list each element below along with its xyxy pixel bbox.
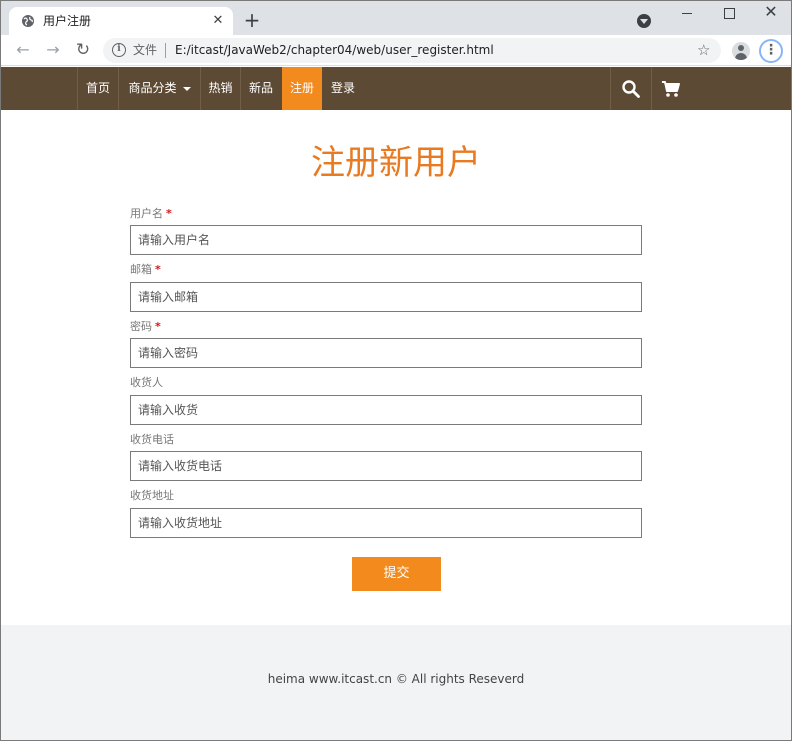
receiver-phone-label: 收货电话 (130, 433, 174, 446)
nav-divider (651, 67, 652, 110)
back-arrow-icon[interactable]: ← (13, 40, 33, 60)
reload-icon[interactable]: ↻ (73, 40, 93, 60)
footer-copyright: heima www.itcast.cn © All rights Resever… (267, 672, 525, 686)
address-scheme-label: 文件 (133, 43, 158, 57)
close-tab-icon[interactable]: ✕ (209, 12, 227, 30)
email-input[interactable] (130, 282, 642, 312)
profile-avatar-icon[interactable] (732, 42, 750, 60)
tab-title: 用户注册 (43, 14, 92, 28)
receiver-label: 收货人 (130, 376, 163, 389)
required-mark: * (155, 263, 161, 276)
receiver-address-input[interactable] (130, 508, 642, 538)
globe-icon (22, 15, 34, 27)
cart-icon[interactable] (661, 79, 681, 99)
browser-window: 用户注册 ✕ + ✕ ← → ↻ i 文件 E:/itcast/JavaWeb2… (0, 0, 792, 741)
bookmark-star-icon[interactable]: ☆ (697, 41, 710, 59)
nav-item-register[interactable]: 注册 (282, 67, 322, 110)
nav-item-login[interactable]: 登录 (323, 67, 363, 110)
minimize-button[interactable] (677, 3, 697, 23)
required-mark: * (155, 320, 161, 333)
caret-down-icon (182, 86, 191, 91)
maximize-button[interactable] (719, 3, 739, 23)
browser-toolbar: ← → ↻ i 文件 E:/itcast/JavaWeb2/chapter04/… (1, 35, 791, 66)
tab-user-register[interactable]: 用户注册 ✕ (9, 7, 233, 35)
nav-item-new[interactable]: 新品 (241, 67, 281, 110)
password-input[interactable] (130, 338, 642, 368)
username-label: 用户名 * (130, 207, 172, 220)
address-url[interactable]: E:/itcast/JavaWeb2/chapter04/web/user_re… (175, 43, 494, 58)
nav-item-categories-label: 商品分类 (128, 81, 177, 95)
info-icon[interactable]: i (112, 43, 126, 57)
receiver-phone-input[interactable] (130, 451, 642, 481)
forward-arrow-icon[interactable]: → (43, 40, 63, 60)
password-label: 密码 * (130, 320, 161, 333)
page-footer: heima www.itcast.cn © All rights Resever… (1, 625, 791, 740)
address-separator (165, 43, 166, 58)
required-mark: * (166, 207, 172, 220)
site-nav-bar: 首页 商品分类 热销 新品 注册 登录 (1, 67, 791, 110)
submit-button[interactable]: 提交 (352, 557, 441, 591)
search-icon[interactable] (621, 79, 641, 99)
nav-divider (610, 67, 611, 110)
email-label: 邮箱 * (130, 263, 161, 276)
window-close-button[interactable]: ✕ (761, 1, 781, 23)
tab-strip: 用户注册 ✕ + ✕ (1, 1, 791, 35)
address-bar[interactable]: i 文件 E:/itcast/JavaWeb2/chapter04/web/us… (103, 38, 721, 63)
browser-menu-icon[interactable]: ⋮ (759, 39, 783, 63)
new-tab-button[interactable]: + (241, 10, 263, 32)
page-title: 注册新用户 (311, 143, 481, 183)
receiver-input[interactable] (130, 395, 642, 425)
nav-item-categories[interactable]: 商品分类 (119, 67, 200, 110)
tab-search-icon[interactable] (637, 14, 651, 28)
username-input[interactable] (130, 225, 642, 255)
nav-item-hot[interactable]: 热销 (201, 67, 240, 110)
nav-item-home[interactable]: 首页 (78, 67, 118, 110)
receiver-address-label: 收货地址 (130, 489, 174, 502)
